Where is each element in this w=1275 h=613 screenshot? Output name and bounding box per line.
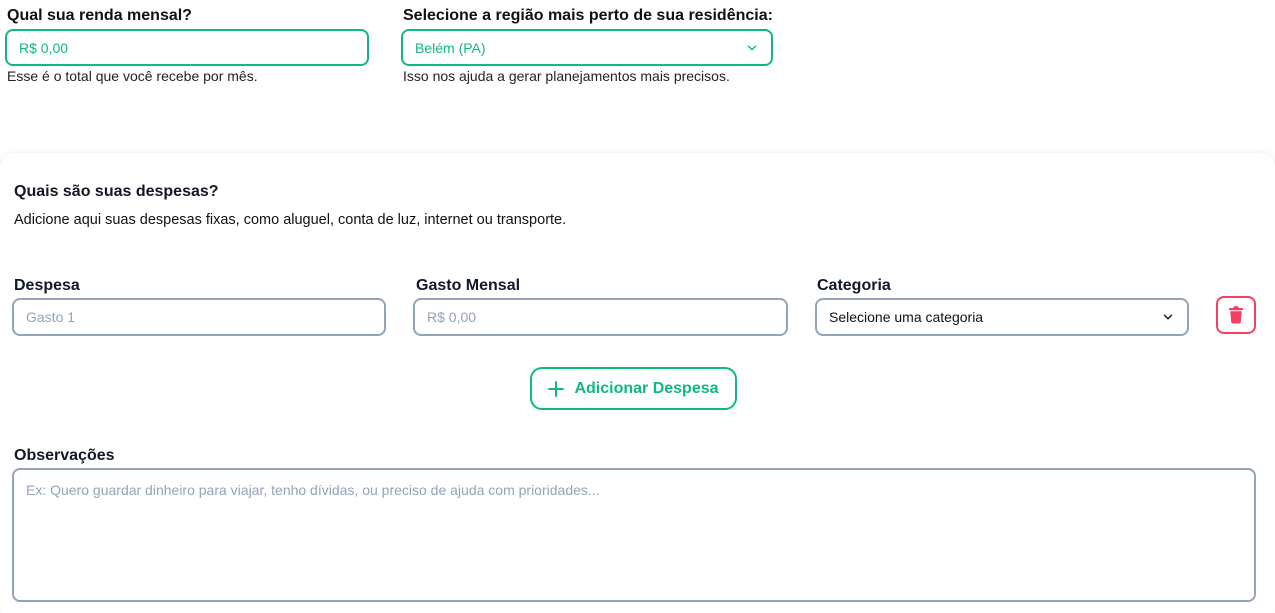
monthly-column-label: Gasto Mensal [416,277,521,294]
chevron-down-icon [747,45,757,50]
expense-name-input[interactable]: Gasto 1 [12,298,386,336]
region-selected: Belém (PA) [415,39,486,56]
income-hint: Esse é o total que você recebe por mês. [7,68,258,84]
expenses-description: Adicione aqui suas despesas fixas, como … [14,212,567,228]
plus-icon [548,380,565,397]
expense-amount-input[interactable]: R$ 0,00 [413,298,788,336]
income-value: R$ 0,00 [19,39,69,56]
expense-name-placeholder: Gasto 1 [26,309,76,325]
category-select[interactable]: Selecione uma categoria [815,298,1189,336]
income-input[interactable]: R$ 0,00 [5,29,369,66]
expense-column-label: Despesa [14,277,80,294]
chevron-down-icon [1163,314,1173,320]
expense-amount-placeholder: R$ 0,00 [427,309,477,325]
expenses-title: Quais são suas despesas? [14,183,219,200]
notes-textarea[interactable]: Ex: Quero guardar dinheiro para viajar, … [12,468,1256,602]
add-expense-label: Adicionar Despesa [574,379,719,397]
category-column-label: Categoria [817,277,891,294]
notes-placeholder: Ex: Quero guardar dinheiro para viajar, … [26,482,600,498]
add-expense-button[interactable]: Adicionar Despesa [530,367,737,410]
notes-label: Observações [14,447,115,464]
trash-icon [1229,306,1243,324]
region-hint: Isso nos ajuda a gerar planejamentos mai… [403,68,730,84]
category-selected: Selecione uma categoria [829,309,984,325]
region-label: Selecione a região mais perto de sua res… [403,7,773,24]
income-label: Qual sua renda mensal? [7,7,192,24]
region-select[interactable]: Belém (PA) [401,29,773,66]
delete-expense-button[interactable] [1216,296,1256,334]
